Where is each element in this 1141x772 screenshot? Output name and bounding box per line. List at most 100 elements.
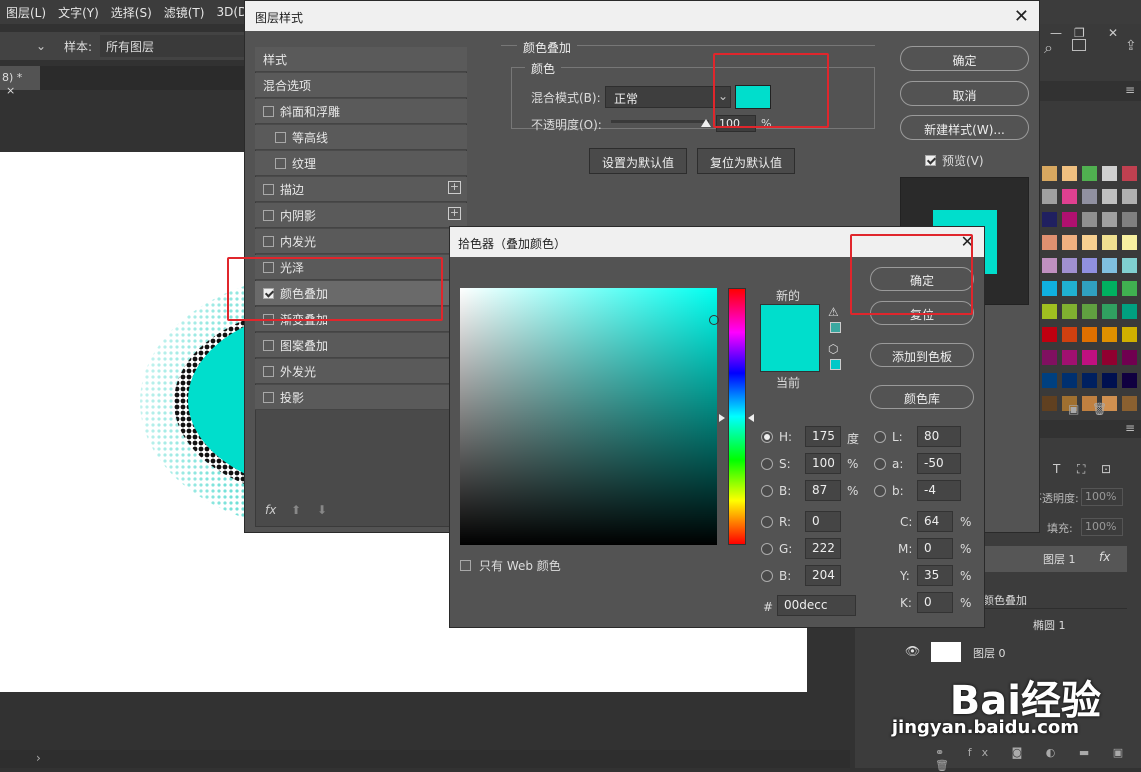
document-tab[interactable]: 8) * × [0,66,40,97]
color-swatch[interactable] [1102,235,1117,250]
yellow-field[interactable]: 35 [917,565,953,586]
color-swatch[interactable] [1062,281,1077,296]
color-swatch[interactable] [1082,235,1097,250]
websafe-swatch[interactable] [830,359,841,370]
color-swatch[interactable] [1062,350,1077,365]
menu-layer[interactable]: 图层(L) [0,4,52,21]
style-item-drop-shadow[interactable]: 投影 [255,385,467,410]
green-radio[interactable] [761,543,773,555]
checkbox[interactable] [263,235,274,247]
type-filter-icon[interactable]: T [1053,462,1060,476]
gamut-swatch[interactable] [830,322,841,333]
lab-b-field[interactable]: -4 [917,480,961,501]
hex-field[interactable]: 00decc [777,595,856,616]
color-swatch[interactable] [1062,258,1077,273]
color-swatch[interactable] [1082,258,1097,273]
checkbox[interactable] [263,209,274,221]
close-icon[interactable]: ✕ [1108,26,1118,40]
style-item-inner-glow[interactable]: 内发光 [255,229,467,254]
hue-slider-right-handle[interactable] [748,414,754,422]
color-swatch[interactable] [1042,189,1057,204]
color-swatch[interactable] [1042,281,1057,296]
color-swatch[interactable] [1102,327,1117,342]
color-swatch[interactable] [1042,304,1057,319]
color-swatch[interactable] [1122,281,1137,296]
l-radio[interactable] [874,431,886,443]
add-icon[interactable]: + [448,207,461,220]
hue-field[interactable]: 175 [805,426,841,447]
smartobject-filter-icon[interactable]: ⊡ [1101,462,1111,476]
menu-type[interactable]: 文字(Y) [52,4,105,21]
ok-button[interactable]: 确定 [900,46,1029,71]
color-swatch[interactable] [1062,373,1077,388]
hue-slider-left-handle[interactable] [719,414,725,422]
menu-select[interactable]: 选择(S) [105,4,158,21]
brightness-field[interactable]: 87 [805,480,841,501]
red-field[interactable]: 0 [805,511,841,532]
blue-radio[interactable] [761,570,773,582]
fx-icon[interactable]: fx [265,503,276,517]
a-radio[interactable] [874,458,886,470]
color-swatch[interactable] [1082,166,1097,181]
color-swatch[interactable] [1042,350,1057,365]
web-colors-only-toggle[interactable]: 只有 Web 颜色 [460,557,561,574]
checkbox[interactable] [263,339,274,351]
layer-name[interactable]: 图层 0 [973,645,1006,661]
color-swatch[interactable] [1122,258,1137,273]
warning-icon[interactable]: ⚠ [828,305,839,319]
color-swatch[interactable] [1102,258,1117,273]
add-to-swatches-button[interactable]: 添加到色板 [870,343,974,367]
style-item-stroke[interactable]: 描边 + [255,177,467,202]
color-swatch[interactable] [1062,304,1077,319]
color-swatch[interactable] [1042,258,1057,273]
color-swatch[interactable] [1042,212,1057,227]
checkbox[interactable] [275,157,286,169]
style-item-inner-shadow[interactable]: 内阴影 + [255,203,467,228]
magenta-field[interactable]: 0 [917,538,953,559]
color-swatch[interactable] [1062,189,1077,204]
color-swatch[interactable] [1042,373,1057,388]
opacity-slider[interactable] [611,120,709,123]
color-swatch[interactable] [1102,373,1117,388]
color-field-cursor[interactable] [709,315,719,325]
trash-icon[interactable]: 🗑 [1092,402,1107,416]
close-icon[interactable]: × [6,84,15,97]
color-swatch[interactable] [1062,212,1077,227]
arrow-up-icon[interactable]: ⬆ [291,503,301,517]
arrow-down-icon[interactable]: ⬇ [317,503,327,517]
panel-menu-icon[interactable]: ≡ [1125,83,1135,97]
color-swatch[interactable] [1102,166,1117,181]
color-swatch[interactable] [1102,189,1117,204]
close-icon[interactable]: ✕ [1014,6,1029,27]
color-swatch[interactable] [1122,189,1137,204]
current-color-swatch[interactable] [760,338,820,372]
cyan-field[interactable]: 64 [917,511,953,532]
blue-field[interactable]: 204 [805,565,841,586]
new-swatch-icon[interactable]: ▣ [1068,402,1079,416]
hue-radio[interactable] [761,431,773,443]
color-swatch[interactable] [1102,304,1117,319]
color-swatch[interactable] [1082,327,1097,342]
checkbox[interactable] [925,155,936,166]
cube-icon[interactable]: ⬡ [828,342,838,356]
color-swatch[interactable] [1102,281,1117,296]
layer-bottom-tools[interactable]: ⚭ fx ◙ ◐ ▬ ▣ 🗑 [935,746,1141,772]
effect-row[interactable]: 颜色叠加 [983,592,1027,608]
search-icon[interactable]: ⌕ [1044,38,1053,58]
saturation-radio[interactable] [761,458,773,470]
preview-toggle[interactable]: 预览(V) [925,152,984,169]
color-swatch[interactable] [1122,396,1137,411]
panel-menu-icon[interactable]: ≡ [1125,421,1135,435]
color-swatch[interactable] [1102,350,1117,365]
saturation-field[interactable]: 100 [805,453,841,474]
checkbox[interactable] [263,105,274,117]
a-field[interactable]: -50 [917,453,961,474]
color-field[interactable] [460,288,717,545]
color-swatch[interactable] [1122,327,1137,342]
sample-select[interactable]: 所有图层 [100,35,245,57]
lab-b-radio[interactable] [874,485,886,497]
color-swatch[interactable] [1122,373,1137,388]
chevron-right-icon[interactable]: › [36,751,41,765]
checkbox[interactable] [263,365,274,377]
checkbox[interactable] [460,560,471,571]
